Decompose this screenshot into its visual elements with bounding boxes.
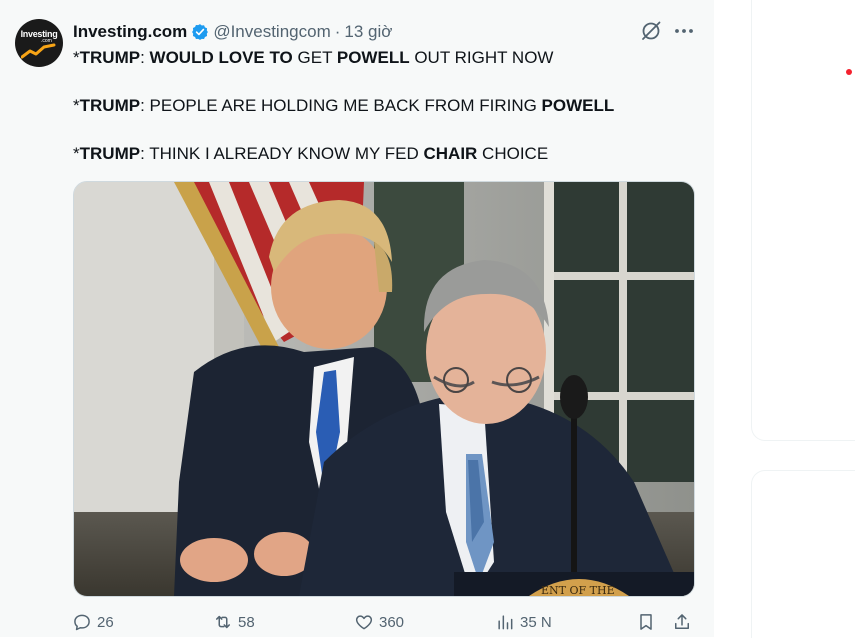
avatar-logo-text: Investing [20, 29, 58, 39]
bold-text: TRUMP [79, 48, 141, 67]
bookmark-icon [640, 614, 652, 630]
reply-button[interactable]: 26 [72, 609, 114, 635]
bold-text: TRUMP [79, 144, 141, 163]
repost-count: 58 [238, 613, 255, 631]
tweet-line: *TRUMP: PEOPLE ARE HOLDING ME BACK FROM … [73, 94, 614, 118]
tweet-line: *TRUMP: THINK I ALREADY KNOW MY FED CHAI… [73, 142, 614, 166]
views-count: 35 N [520, 613, 552, 631]
sidebar-card [751, 470, 855, 638]
reply-icon [74, 614, 90, 631]
share-button[interactable] [672, 609, 692, 635]
photo-trump-powell: ENT OF THE [74, 182, 694, 596]
tweet-line: *TRUMP: WOULD LOVE TO GET POWELL OUT RIG… [73, 46, 614, 70]
text-segment: GET [292, 48, 337, 67]
tweet-header: Investing.com @Investingcom · 13 giờ [73, 21, 392, 43]
heart-icon [355, 615, 373, 630]
views-icon [498, 615, 513, 630]
like-count: 360 [379, 613, 405, 631]
tweet-text: *TRUMP: WOULD LOVE TO GET POWELL OUT RIG… [73, 46, 614, 166]
text-segment: : THINK I ALREADY KNOW MY FED [140, 144, 424, 163]
bold-text: TRUMP [79, 96, 141, 115]
repost-button[interactable]: 58 [213, 609, 255, 635]
text-segment: * [73, 96, 80, 115]
more-horizontal-icon[interactable] [672, 20, 696, 42]
tweet-photo[interactable]: ENT OF THE [73, 181, 695, 597]
bookmark-button[interactable] [636, 609, 656, 635]
tweet-actions: 26 58 360 35 N [72, 609, 697, 635]
notification-dot [846, 69, 852, 75]
grok-icon[interactable] [640, 20, 662, 42]
trend-line-icon [21, 43, 56, 59]
tweet-article[interactable]: Investing .com Investing.com @Investingc… [0, 0, 714, 637]
views-button[interactable]: 35 N [495, 609, 552, 635]
bold-text: POWELL [336, 48, 410, 67]
text-segment: : PEOPLE ARE HOLDING ME BACK FROM FIRING [140, 96, 542, 115]
author-handle[interactable]: @Investingcom [213, 22, 330, 42]
text-segment: * [73, 48, 80, 67]
tweet-time[interactable]: 13 giờ [344, 22, 392, 42]
text-segment: : [140, 48, 150, 67]
author-name[interactable]: Investing.com [73, 22, 187, 42]
repost-icon [216, 615, 230, 629]
reply-count: 26 [97, 613, 114, 631]
podium-seal-text: ENT OF THE [541, 584, 615, 596]
verified-badge-icon[interactable] [191, 23, 209, 41]
like-button[interactable]: 360 [354, 609, 404, 635]
sidebar-card [751, 0, 855, 441]
share-icon [675, 614, 689, 629]
text-segment: OUT RIGHT NOW [409, 48, 554, 67]
bold-text: WOULD LOVE TO [149, 48, 293, 67]
separator-dot: · [334, 22, 341, 41]
bold-text: POWELL [541, 96, 615, 115]
bold-text: CHAIR [423, 144, 478, 163]
avatar[interactable]: Investing .com [15, 19, 63, 67]
text-segment: CHOICE [477, 144, 549, 163]
text-segment: * [73, 144, 80, 163]
